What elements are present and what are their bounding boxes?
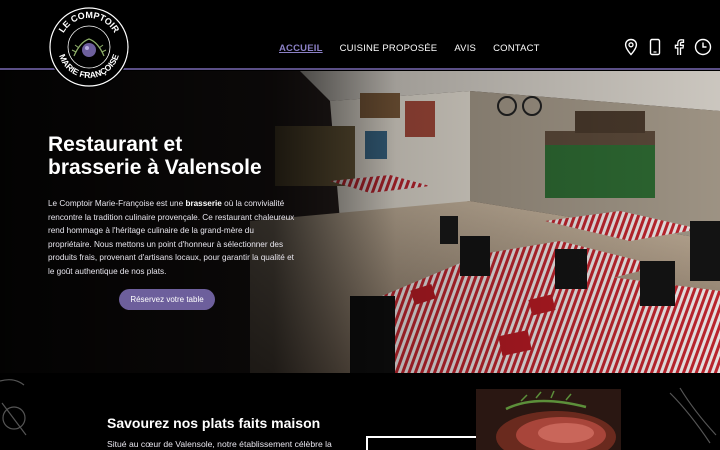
homemade-dishes-section: Savourez nos plats faits maison Situé au… [0, 373, 720, 450]
hero-body-bold[interactable]: brasserie [185, 199, 221, 208]
hero-body-part1: Le Comptoir Marie-Françoise est une [48, 199, 186, 208]
logo-emblem: LE COMPTOIR MARIE FRANÇOISE [49, 7, 129, 87]
logo[interactable]: LE COMPTOIR MARIE FRANÇOISE [48, 6, 130, 88]
section-title: Savourez nos plats faits maison [107, 415, 321, 431]
decorative-whisk-icon [669, 387, 717, 444]
main-nav: ACCUEIL CUISINE PROPOSÉE AVIS CONTACT [279, 43, 557, 54]
hero-title-line1: Restaurant et [48, 133, 183, 156]
hero-section: Restaurant et brasserie à Valensole Le C… [0, 71, 720, 373]
clock-icon[interactable] [694, 38, 712, 56]
hero-description: Le Comptoir Marie-Françoise est une bras… [48, 197, 298, 278]
nav-avis[interactable]: AVIS [454, 43, 476, 54]
nav-contact[interactable]: CONTACT [493, 43, 540, 54]
header-icons [622, 38, 712, 56]
hero-title-line2: brasserie à Valensole [48, 156, 262, 179]
site-header: LE COMPTOIR MARIE FRANÇOISE ACCUEIL CUIS… [0, 0, 720, 88]
food-image [476, 389, 621, 450]
page: LE COMPTOIR MARIE FRANÇOISE ACCUEIL CUIS… [0, 0, 720, 450]
section-intro-text: Situé au cœur de Valensole, notre établi… [107, 439, 332, 449]
nav-cuisine-proposee[interactable]: CUISINE PROPOSÉE [340, 43, 438, 54]
phone-icon[interactable] [646, 38, 664, 56]
reserve-table-button[interactable]: Réservez votre table [119, 289, 215, 310]
nav-accueil[interactable]: ACCUEIL [279, 43, 323, 54]
decorative-utensils-icon [0, 379, 27, 436]
facebook-icon[interactable] [670, 38, 688, 56]
image-frame [366, 436, 494, 450]
hero-body-part2: où la convivialité rencontre la traditio… [48, 199, 295, 276]
hero-title: Restaurant et brasserie à Valensole [48, 133, 298, 179]
grilled-meat-photo [476, 389, 621, 450]
location-pin-icon[interactable] [622, 38, 640, 56]
hero-text-block: Restaurant et brasserie à Valensole Le C… [48, 133, 298, 278]
